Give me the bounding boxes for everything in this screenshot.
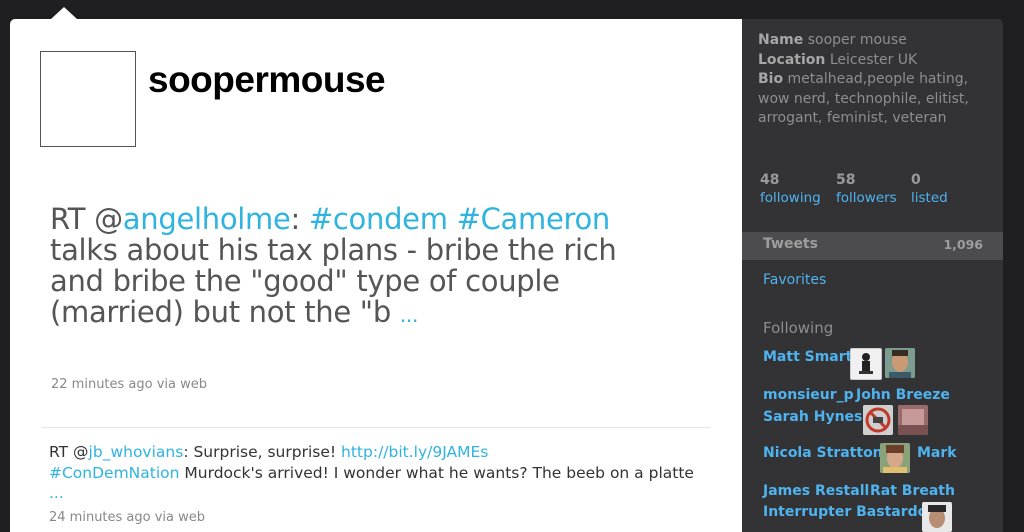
following-user-link[interactable]: Rat Breath	[870, 483, 955, 499]
stat-number: 48	[760, 172, 780, 188]
profile-sidebar: Name sooper mouse Location Leicester UK …	[742, 19, 1003, 532]
hashtag-link[interactable]: #Cameron	[457, 202, 611, 236]
profile-info: Name sooper mouse Location Leicester UK …	[758, 31, 1003, 129]
following-heading: Following	[763, 319, 834, 337]
location-label: Location	[758, 51, 826, 68]
mention-link[interactable]: jb_whovians	[89, 443, 184, 461]
following-avatar[interactable]	[863, 405, 893, 435]
following-user-link[interactable]: Sarah Hynes	[763, 409, 862, 425]
prohibited-sign-icon	[863, 405, 893, 435]
tweet-more-link[interactable]: ...	[49, 484, 64, 502]
tweet-text: : Surprise, surprise!	[183, 443, 342, 461]
hashtag-link[interactable]: #ConDemNation	[49, 464, 179, 482]
profile-screen-name: soopermouse	[148, 59, 386, 100]
stat-following[interactable]: 48 following	[760, 171, 821, 207]
stat-number: 58	[836, 172, 856, 188]
stat-listed[interactable]: 0 listed	[911, 171, 948, 207]
profile-name: sooper mouse	[807, 32, 907, 48]
following-user-link[interactable]: Nicola Stratton	[763, 445, 883, 461]
tweet-item: RT @jb_whovians: Surprise, surprise! htt…	[49, 442, 699, 504]
name-label: Name	[758, 32, 804, 48]
face-photo-icon	[880, 443, 910, 473]
following-user-link[interactable]: John Breeze	[856, 387, 950, 403]
profile-avatar[interactable]	[40, 51, 136, 147]
following-avatar[interactable]	[880, 443, 910, 473]
following-avatar[interactable]	[898, 405, 928, 435]
face-photo-icon	[885, 348, 915, 378]
following-user-link[interactable]: Mark	[917, 445, 957, 461]
latest-tweet: RT @angelholme: #condem #Cameron talks a…	[50, 204, 640, 331]
following-user-link[interactable]: James Restall	[763, 483, 869, 499]
divider	[42, 427, 710, 428]
tab-pointer	[51, 7, 77, 19]
tweet-rt-prefix: RT @	[49, 443, 89, 461]
url-link[interactable]: http://bit.ly/9JAMEs	[341, 443, 488, 461]
following-avatar[interactable]	[850, 348, 882, 380]
sidebar-item-tweets[interactable]: Tweets 1,096	[742, 232, 1003, 260]
following-user-link[interactable]: monsieur_p	[763, 387, 854, 403]
face-photo-icon	[922, 502, 952, 532]
tweet-timestamp[interactable]: 22 minutes ago via web	[51, 377, 207, 392]
photo-icon	[898, 405, 928, 435]
tweet-colon: :	[290, 202, 309, 236]
following-avatar[interactable]	[885, 348, 915, 378]
following-user-link[interactable]: Interrupter Bastardo	[763, 504, 927, 520]
stat-label: following	[760, 190, 821, 206]
silhouette-icon	[851, 349, 881, 379]
hashtag-link[interactable]: #condem	[309, 202, 448, 236]
main-content: soopermouse RT @angelholme: #condem #Cam…	[10, 19, 742, 532]
stat-followers[interactable]: 58 followers	[836, 171, 897, 207]
following-avatar[interactable]	[922, 502, 952, 532]
tweets-label: Tweets	[763, 236, 818, 252]
tweet-text: talks about his tax plans - bribe the ri…	[50, 233, 617, 329]
stat-label: followers	[836, 190, 897, 206]
mention-link[interactable]: angelholme	[123, 202, 291, 236]
tweet-rt-prefix: RT @	[50, 202, 123, 236]
stat-number: 0	[911, 172, 921, 188]
tweet-more-link[interactable]: ...	[400, 303, 418, 327]
bio-label: Bio	[758, 71, 784, 87]
profile-bio: metalhead,people hating, wow nerd, techn…	[758, 71, 969, 126]
tweet-text: Murdock's arrived! I wonder what he want…	[179, 463, 694, 482]
stat-label: listed	[911, 190, 948, 206]
tweet-timestamp[interactable]: 24 minutes ago via web	[49, 510, 205, 525]
following-user-link[interactable]: Matt Smart	[763, 349, 852, 365]
sidebar-item-favorites[interactable]: Favorites	[763, 272, 826, 288]
tweets-count: 1,096	[943, 237, 983, 252]
profile-location: Leicester UK	[829, 51, 918, 68]
